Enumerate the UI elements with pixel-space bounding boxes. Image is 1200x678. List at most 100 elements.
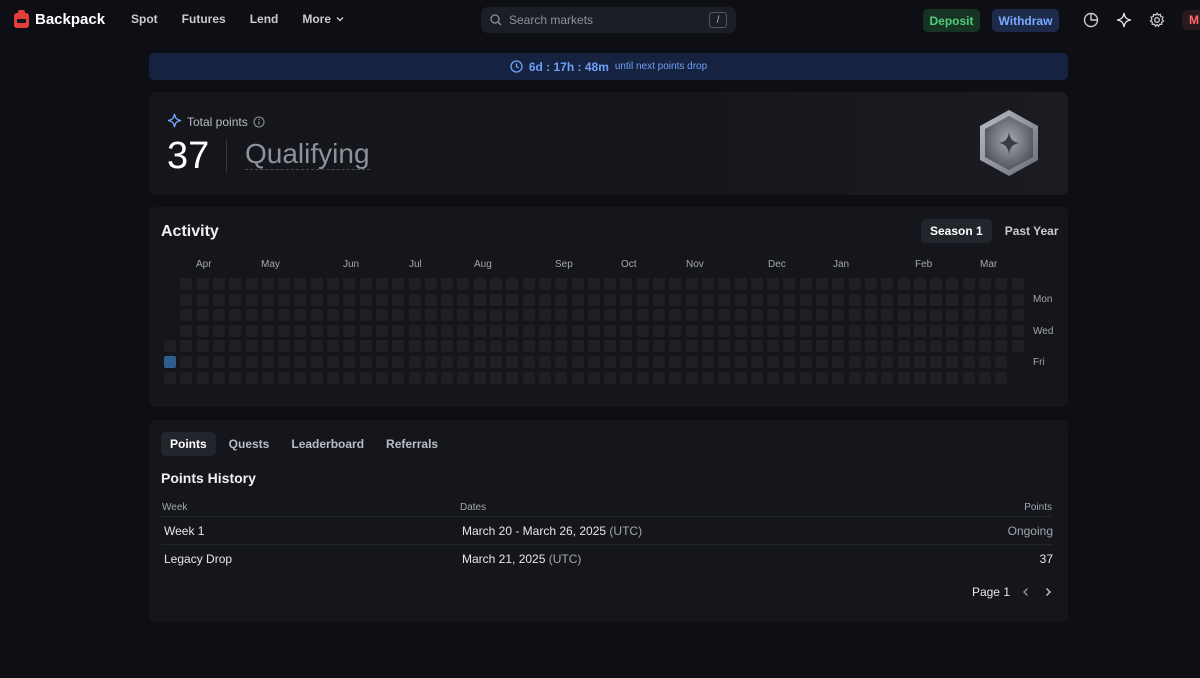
activity-cell[interactable] — [767, 294, 779, 306]
activity-cell[interactable] — [800, 340, 812, 352]
activity-cell[interactable] — [865, 340, 877, 352]
activity-cell[interactable] — [865, 372, 877, 384]
activity-cell[interactable] — [1012, 325, 1024, 337]
activity-cell[interactable] — [425, 372, 437, 384]
activity-cell[interactable] — [881, 294, 893, 306]
activity-cell[interactable] — [376, 309, 388, 321]
activity-cell[interactable] — [930, 372, 942, 384]
activity-cell[interactable] — [849, 356, 861, 368]
activity-cell[interactable] — [392, 325, 404, 337]
activity-cell[interactable] — [946, 340, 958, 352]
avatar[interactable]: M — [1182, 10, 1200, 30]
activity-cell[interactable] — [376, 278, 388, 290]
activity-cell[interactable] — [669, 325, 681, 337]
activity-cell[interactable] — [164, 340, 176, 352]
activity-cell[interactable] — [832, 278, 844, 290]
activity-cell[interactable] — [392, 356, 404, 368]
activity-cell[interactable] — [620, 294, 632, 306]
activity-cell[interactable] — [360, 278, 372, 290]
activity-cell[interactable] — [180, 372, 192, 384]
activity-cell[interactable] — [816, 294, 828, 306]
activity-cell[interactable] — [930, 356, 942, 368]
activity-cell[interactable] — [735, 294, 747, 306]
activity-cell[interactable] — [718, 309, 730, 321]
activity-cell[interactable] — [180, 340, 192, 352]
activity-cell[interactable] — [588, 356, 600, 368]
activity-cell[interactable] — [490, 340, 502, 352]
activity-cell[interactable] — [360, 309, 372, 321]
activity-cell[interactable] — [653, 278, 665, 290]
activity-cell[interactable] — [539, 372, 551, 384]
activity-cell[interactable] — [425, 325, 437, 337]
activity-cell[interactable] — [343, 309, 355, 321]
activity-cell[interactable] — [702, 325, 714, 337]
activity-cell[interactable] — [995, 309, 1007, 321]
activity-cell[interactable] — [1012, 278, 1024, 290]
activity-cell[interactable] — [735, 325, 747, 337]
activity-cell[interactable] — [963, 278, 975, 290]
activity-cell[interactable] — [849, 278, 861, 290]
activity-cell[interactable] — [180, 356, 192, 368]
activity-cell[interactable] — [653, 325, 665, 337]
activity-cell[interactable] — [311, 340, 323, 352]
activity-cell[interactable] — [457, 294, 469, 306]
activity-cell[interactable] — [490, 356, 502, 368]
activity-cell[interactable] — [718, 294, 730, 306]
chevron-left-icon[interactable] — [1020, 586, 1032, 598]
activity-cell[interactable] — [979, 356, 991, 368]
activity-cell[interactable] — [800, 278, 812, 290]
activity-cell[interactable] — [490, 278, 502, 290]
activity-cell[interactable] — [327, 278, 339, 290]
activity-cell[interactable] — [963, 372, 975, 384]
activity-cell[interactable] — [669, 278, 681, 290]
activity-cell[interactable] — [767, 309, 779, 321]
activity-cell[interactable] — [572, 278, 584, 290]
activity-cell[interactable] — [702, 294, 714, 306]
activity-cell[interactable] — [588, 372, 600, 384]
activity-cell[interactable] — [229, 340, 241, 352]
activity-cell[interactable] — [914, 278, 926, 290]
activity-cell[interactable] — [360, 294, 372, 306]
activity-cell[interactable] — [881, 309, 893, 321]
activity-cell[interactable] — [588, 325, 600, 337]
activity-cell[interactable] — [197, 278, 209, 290]
activity-cell[interactable] — [865, 278, 877, 290]
activity-cell[interactable] — [474, 278, 486, 290]
activity-cell[interactable] — [832, 309, 844, 321]
activity-cell[interactable] — [702, 309, 714, 321]
activity-cell[interactable] — [311, 356, 323, 368]
activity-cell[interactable] — [409, 340, 421, 352]
activity-cell[interactable] — [881, 278, 893, 290]
activity-cell[interactable] — [751, 278, 763, 290]
activity-cell[interactable] — [783, 278, 795, 290]
activity-cell[interactable] — [620, 278, 632, 290]
activity-cell[interactable] — [930, 278, 942, 290]
activity-cell[interactable] — [180, 309, 192, 321]
activity-cell[interactable] — [914, 340, 926, 352]
activity-cell[interactable] — [441, 294, 453, 306]
activity-cell[interactable] — [506, 325, 518, 337]
activity-cell[interactable] — [343, 325, 355, 337]
sparkle-icon[interactable] — [1116, 12, 1132, 28]
activity-cell[interactable] — [963, 294, 975, 306]
activity-cell[interactable] — [588, 340, 600, 352]
activity-cell[interactable] — [506, 309, 518, 321]
activity-cell[interactable] — [376, 325, 388, 337]
activity-cell[interactable] — [197, 356, 209, 368]
activity-cell[interactable] — [457, 372, 469, 384]
activity-cell[interactable] — [604, 294, 616, 306]
activity-cell[interactable] — [718, 325, 730, 337]
tab-points[interactable]: Points — [161, 432, 216, 456]
activity-cell[interactable] — [278, 340, 290, 352]
activity-cell[interactable] — [963, 340, 975, 352]
activity-cell[interactable] — [343, 372, 355, 384]
activity-cell[interactable] — [767, 372, 779, 384]
activity-cell[interactable] — [180, 294, 192, 306]
activity-cell[interactable] — [474, 340, 486, 352]
activity-cell[interactable] — [246, 340, 258, 352]
activity-cell[interactable] — [849, 340, 861, 352]
activity-cell[interactable] — [914, 372, 926, 384]
activity-cell[interactable] — [262, 340, 274, 352]
activity-cell[interactable] — [246, 325, 258, 337]
activity-cell[interactable] — [914, 294, 926, 306]
